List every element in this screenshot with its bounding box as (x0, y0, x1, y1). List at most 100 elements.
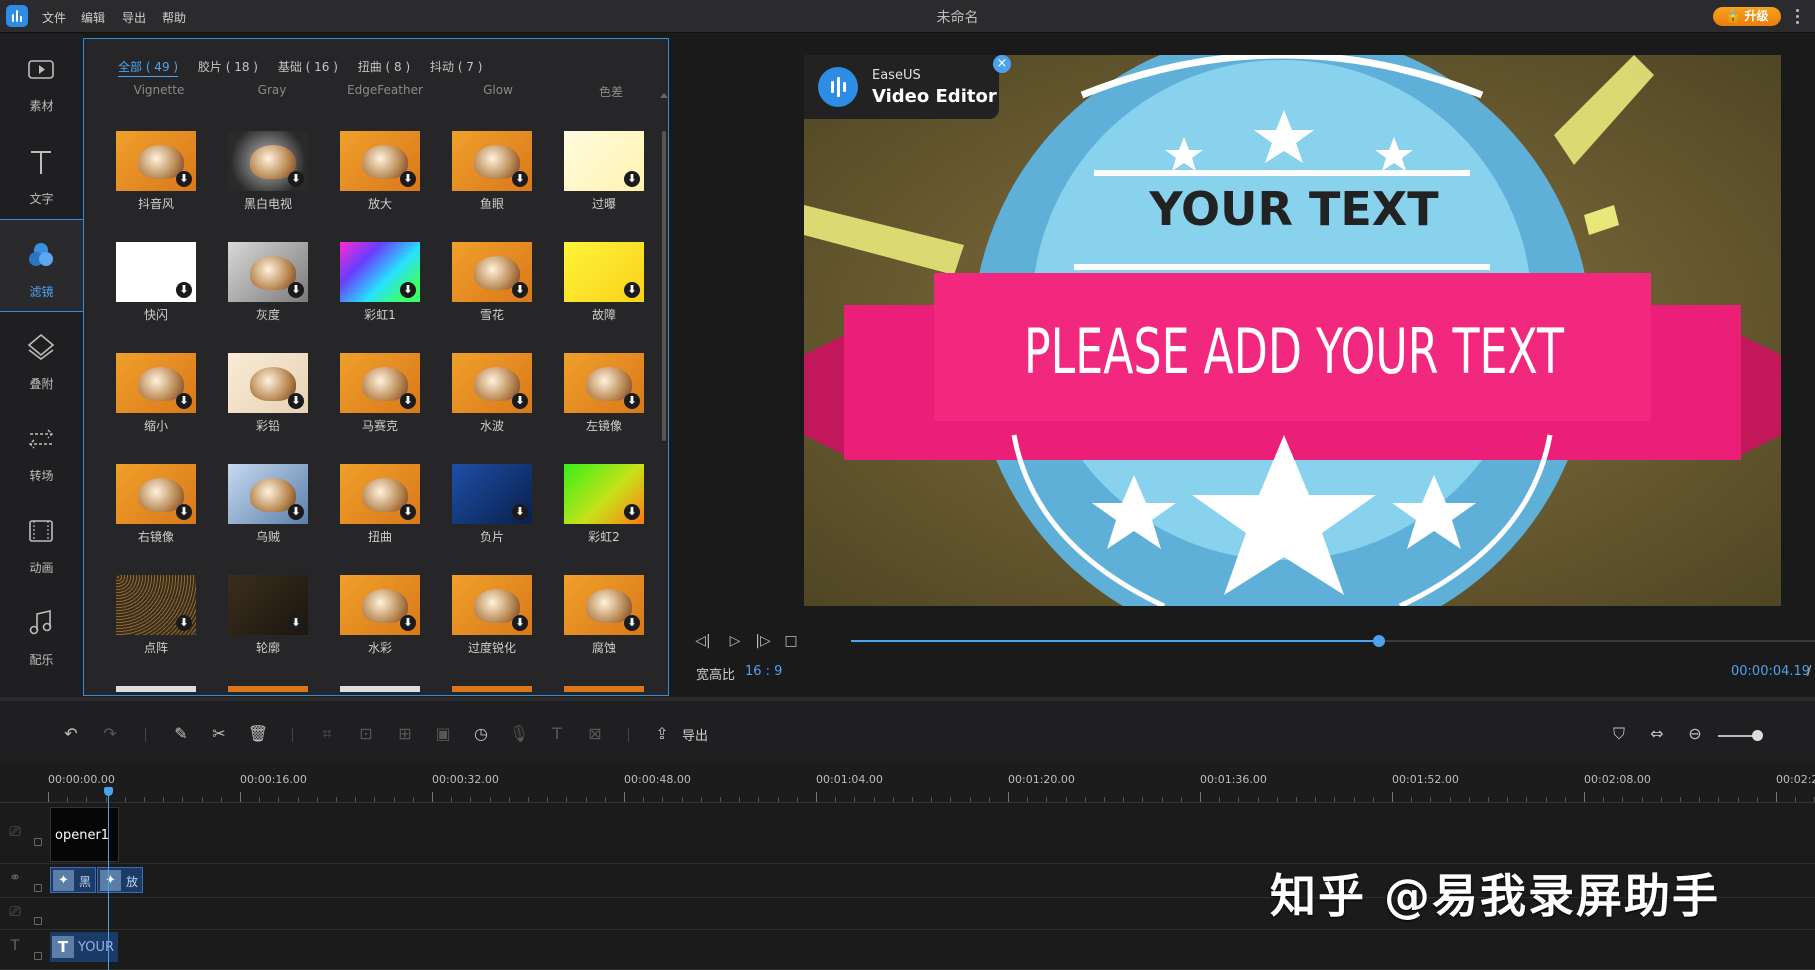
filter-thumbnail[interactable]: ⬇ (452, 131, 532, 191)
playhead[interactable] (108, 790, 109, 970)
filter-thumbnail[interactable]: ⬇ (564, 464, 644, 524)
filter-thumbnail[interactable]: ⬇ (564, 131, 644, 191)
close-watermark-icon[interactable]: × (993, 55, 1011, 73)
filter-item[interactable]: ⬇ 快闪 (116, 242, 196, 342)
stop-icon[interactable]: □ (781, 631, 801, 651)
sidebar-item-media[interactable]: 素材 (0, 34, 83, 127)
filter-thumbnail[interactable]: ⬇ (340, 575, 420, 635)
filter-item[interactable]: ⬇ 故障 (564, 242, 644, 342)
next-frame-icon[interactable]: |▷ (753, 631, 773, 651)
tab-all[interactable]: 全部 ( 49 ) (118, 58, 179, 77)
progress-bar[interactable] (851, 635, 1815, 647)
download-icon[interactable]: ⬇ (624, 171, 640, 187)
download-icon[interactable]: ⬇ (176, 393, 192, 409)
download-icon[interactable]: ⬇ (400, 504, 416, 520)
lock-icon[interactable] (34, 917, 42, 925)
filter-thumbnail[interactable]: ⬇ (116, 242, 196, 302)
marker-icon[interactable]: ⛉ (1608, 723, 1630, 745)
filter-item[interactable]: ⬇ 点阵 (116, 575, 196, 675)
text-to-speech-icon[interactable]: T (546, 723, 568, 745)
scroll-up-arrow-icon[interactable] (660, 93, 668, 98)
sidebar-item-music[interactable]: 配乐 (0, 588, 83, 681)
filter-clip[interactable]: ✦ 黑 (50, 867, 96, 893)
filter-item[interactable]: ⬇ 彩虹2 (564, 464, 644, 564)
filter-item[interactable]: ⬇ 抖音风 (116, 131, 196, 231)
download-icon[interactable]: ⬇ (512, 504, 528, 520)
filter-item[interactable]: ⬇ 黑白电视 (228, 131, 308, 231)
upgrade-button[interactable]: 🔒 升级 (1713, 7, 1781, 26)
download-icon[interactable]: ⬇ (288, 171, 304, 187)
prev-frame-icon[interactable]: ◁| (693, 631, 713, 651)
filter-item[interactable]: ⬇ 鱼眼 (452, 131, 532, 231)
filter-item[interactable]: ⬇ 放大 (340, 131, 420, 231)
download-icon[interactable]: ⬇ (288, 504, 304, 520)
filter-item[interactable]: ⬇ 扭曲 (340, 464, 420, 564)
sidebar-item-overlay[interactable]: 叠附 (0, 312, 83, 405)
tab-distort[interactable]: 扭曲 ( 8 ) (358, 58, 410, 75)
download-icon[interactable]: ⬇ (400, 393, 416, 409)
filter-item[interactable]: ⬇ 缩小 (116, 353, 196, 453)
filter-thumbnail[interactable]: ⬇ (452, 464, 532, 524)
sidebar-item-animation[interactable]: 动画 (0, 496, 83, 589)
sidebar-item-transition[interactable]: 转场 (0, 404, 83, 497)
cut-icon[interactable]: ✂ (208, 723, 230, 745)
mosaic-icon[interactable]: ⊞ (394, 723, 416, 745)
filter-thumbnail[interactable]: ⬇ (564, 575, 644, 635)
play-icon[interactable]: ▷ (725, 631, 745, 651)
export-button[interactable]: 导出 (682, 725, 708, 744)
lock-icon[interactable] (34, 952, 42, 960)
download-icon[interactable]: ⬇ (512, 393, 528, 409)
download-icon[interactable]: ⬇ (176, 615, 192, 631)
filter-thumbnail[interactable]: ⬇ (228, 131, 308, 191)
progress-handle[interactable] (1373, 635, 1386, 647)
filter-thumbnail[interactable]: ⬇ (452, 242, 532, 302)
filter-item[interactable]: ⬇ 彩铅 (228, 353, 308, 453)
lock-icon[interactable] (34, 838, 42, 846)
filter-thumbnail[interactable]: ⬇ (116, 575, 196, 635)
filter-item[interactable]: ⬇ 左镜像 (564, 353, 644, 453)
edit-pencil-icon[interactable]: ✎ (170, 723, 192, 745)
filter-thumbnail[interactable]: ⬇ (340, 353, 420, 413)
timeline-ruler[interactable]: 00:00:00.00 00:00:16.00 00:00:32.00 00:00:4… (0, 763, 1815, 803)
tab-film[interactable]: 胶片 ( 18 ) (198, 58, 258, 75)
download-icon[interactable]: ⬇ (512, 171, 528, 187)
detach-audio-icon[interactable]: ⊠ (584, 723, 606, 745)
preview-canvas[interactable]: YOUR TEXT PLEASE ADD YOUR TEXT (804, 55, 1781, 606)
download-icon[interactable]: ⬇ (624, 504, 640, 520)
download-icon[interactable]: ⬇ (288, 615, 304, 631)
redo-icon[interactable]: ↷ (99, 723, 121, 745)
download-icon[interactable]: ⬇ (624, 615, 640, 631)
filter-item[interactable]: ⬇ 水波 (452, 353, 532, 453)
filter-thumbnail[interactable]: ⬇ (228, 242, 308, 302)
download-icon[interactable]: ⬇ (400, 615, 416, 631)
download-icon[interactable]: ⬇ (512, 615, 528, 631)
filter-item[interactable]: ⬇ 过曝 (564, 131, 644, 231)
aspect-ratio-value[interactable]: 16 : 9 (745, 664, 782, 679)
download-icon[interactable]: ⬇ (624, 282, 640, 298)
filter-item[interactable]: ⬇ 雪花 (452, 242, 532, 342)
export-icon[interactable]: ⇪ (651, 723, 673, 745)
filter-thumbnail[interactable]: ⬇ (340, 242, 420, 302)
filter-item[interactable]: ⬇ 水彩 (340, 575, 420, 675)
download-icon[interactable]: ⬇ (176, 282, 192, 298)
filter-item[interactable]: ⬇ 马赛克 (340, 353, 420, 453)
filter-thumbnail[interactable]: ⬇ (228, 464, 308, 524)
filter-thumbnail[interactable]: ⬇ (228, 353, 308, 413)
tab-basic[interactable]: 基础 ( 16 ) (278, 58, 338, 75)
crop-icon[interactable]: ⌗ (316, 723, 338, 745)
download-icon[interactable]: ⬇ (288, 393, 304, 409)
download-icon[interactable]: ⬇ (400, 282, 416, 298)
filter-thumbnail[interactable]: ⬇ (340, 131, 420, 191)
fit-timeline-icon[interactable]: ⇔ (1646, 723, 1668, 745)
freeze-frame-icon[interactable]: ▣ (432, 723, 454, 745)
download-icon[interactable]: ⬇ (624, 393, 640, 409)
more-options-icon[interactable] (1794, 8, 1800, 26)
filter-thumbnail[interactable]: ⬇ (564, 242, 644, 302)
filter-clip[interactable]: ✦ 放 (97, 867, 143, 893)
sidebar-item-text[interactable]: 文字 (0, 127, 83, 220)
filter-item[interactable]: ⬇ 过度锐化 (452, 575, 532, 675)
download-icon[interactable]: ⬇ (288, 282, 304, 298)
filter-thumbnail[interactable]: ⬇ (116, 353, 196, 413)
speed-icon[interactable]: ◷ (470, 723, 492, 745)
filter-item[interactable]: ⬇ 乌贼 (228, 464, 308, 564)
